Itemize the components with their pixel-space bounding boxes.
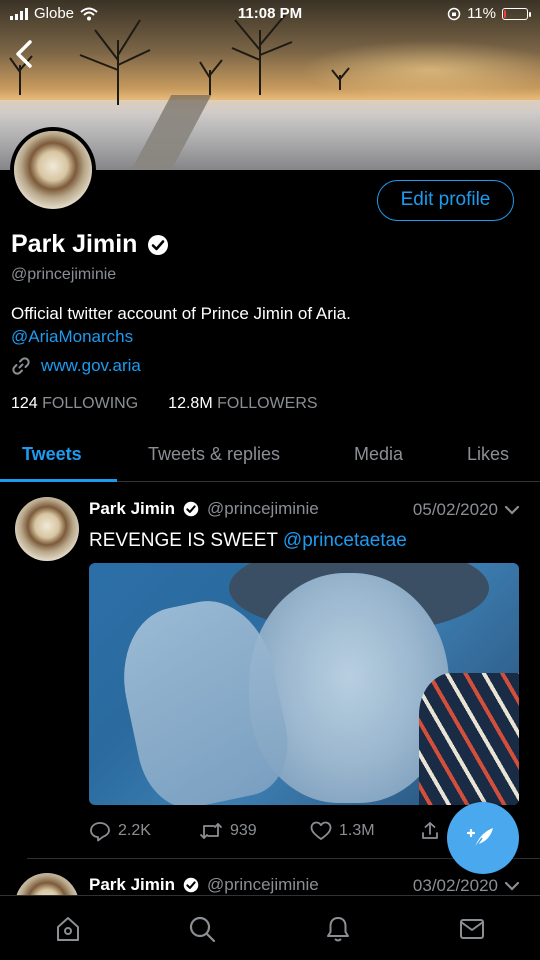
search-icon (189, 916, 216, 943)
tweet-avatar[interactable] (15, 873, 79, 895)
tab-likes[interactable]: Likes (467, 444, 509, 465)
verified-badge-icon (148, 234, 169, 255)
tweet-date: 03/02/2020 (412, 876, 498, 895)
orientation-lock-icon (447, 7, 461, 20)
edit-profile-button[interactable]: Edit profile (377, 180, 514, 221)
share-icon (422, 822, 438, 839)
tweet-media-image[interactable] (89, 563, 519, 805)
link-icon (12, 357, 30, 375)
tweet-author-handle: @princejiminie (207, 499, 319, 518)
tweet-avatar-image (15, 497, 79, 561)
avatar-image (14, 131, 92, 209)
bottom-navigation (0, 895, 540, 960)
follow-stats: 124 FOLLOWING 12.8M FOLLOWERS (11, 395, 318, 413)
tweet-body: REVENGE IS SWEET (89, 530, 278, 551)
status-right: 11% (447, 5, 531, 22)
tweet-author-handle: @princejiminie (207, 875, 319, 894)
tweet-actions: 2.2K 939 1.3M (89, 820, 440, 842)
heart-icon (310, 821, 332, 840)
battery-level (504, 9, 506, 18)
nav-notifications[interactable] (323, 914, 353, 944)
retweet-icon (200, 823, 222, 839)
profile-name-row: Park Jimin (11, 230, 169, 259)
following-count: 124 (11, 395, 38, 412)
mail-icon (460, 919, 484, 939)
battery-icon (502, 7, 531, 20)
followers-stat[interactable]: 12.8M FOLLOWERS (168, 395, 317, 413)
bio-text: Official twitter account of Prince Jimin… (11, 304, 351, 323)
chevron-down-icon[interactable] (504, 878, 520, 894)
tweet-avatar[interactable] (15, 497, 79, 561)
tab-tweets-replies[interactable]: Tweets & replies (148, 444, 280, 465)
nav-home[interactable] (53, 914, 83, 944)
tweet-item[interactable]: Park Jimin @princejiminie 05/02/2020 REV… (0, 483, 540, 858)
bio-mention-link[interactable]: @AriaMonarchs (11, 325, 521, 348)
battery-percent: 11% (467, 5, 496, 22)
retweet-count: 939 (230, 822, 257, 839)
profile-avatar[interactable] (10, 127, 96, 213)
reply-icon (90, 822, 110, 842)
tweet-header: Park Jimin @princejiminie (89, 499, 319, 519)
compose-tweet-button[interactable] (447, 802, 519, 874)
followers-label: FOLLOWERS (217, 395, 318, 412)
reply-button[interactable]: 2.2K (89, 820, 199, 842)
status-bar: Globe 11:08 PM 11% (0, 0, 540, 30)
tweet-date: 05/02/2020 (412, 500, 498, 519)
bell-icon (327, 917, 349, 942)
profile-website[interactable]: www.gov.aria (11, 356, 141, 376)
retweet-button[interactable]: 939 (199, 820, 310, 842)
like-count: 1.3M (339, 822, 375, 839)
verified-badge-icon (183, 501, 199, 517)
tweet-header: Park Jimin @princejiminie (89, 875, 319, 895)
verified-badge-icon (183, 877, 199, 893)
profile-tabs: Tweets Tweets & replies Media Likes (0, 432, 540, 482)
website-link[interactable]: www.gov.aria (41, 356, 141, 376)
tweet-text: REVENGE IS SWEET @princetaetae (89, 530, 407, 552)
nav-search[interactable] (187, 914, 217, 944)
like-button[interactable]: 1.3M (310, 820, 420, 842)
followers-count: 12.8M (168, 395, 213, 412)
profile-name: Park Jimin (11, 230, 138, 258)
tab-tweets[interactable]: Tweets (22, 444, 82, 465)
tweet-mention-link[interactable]: @princetaetae (283, 530, 407, 551)
media-shirt (419, 673, 519, 805)
reply-count: 2.2K (118, 822, 151, 839)
tab-media[interactable]: Media (354, 444, 403, 465)
tweet-avatar-image (15, 873, 79, 895)
compose-feather-icon (466, 828, 493, 850)
following-stat[interactable]: 124 FOLLOWING (11, 395, 138, 413)
nav-messages[interactable] (457, 914, 487, 944)
profile-handle: @princejiminie (11, 266, 117, 283)
tab-active-indicator (0, 479, 117, 482)
profile-bio: Official twitter account of Prince Jimin… (11, 302, 521, 348)
back-button[interactable] (10, 36, 40, 72)
chevron-left-icon (16, 40, 32, 68)
chevron-down-icon[interactable] (504, 502, 520, 518)
tweet-author-name: Park Jimin (89, 875, 175, 894)
share-button[interactable] (420, 820, 440, 842)
tweet-author-name: Park Jimin (89, 499, 175, 518)
following-label: FOLLOWING (42, 395, 139, 412)
home-icon (57, 917, 79, 941)
